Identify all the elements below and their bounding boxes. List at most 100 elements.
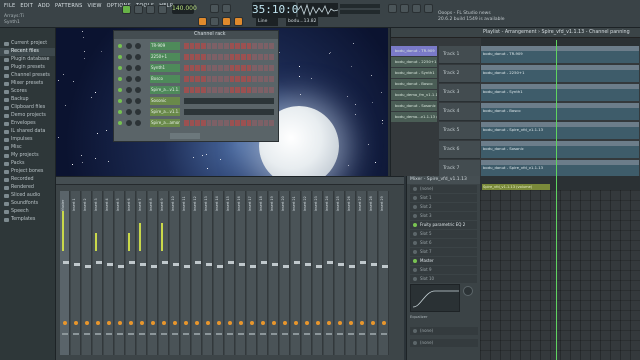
mixer-strip[interactable]: Insert 9	[159, 191, 169, 355]
metronome-icon[interactable]	[210, 17, 219, 26]
browser-item[interactable]: Impulses	[0, 136, 55, 144]
route-switch[interactable]	[304, 333, 310, 335]
pattern-item[interactable]: bodu_donut - 2250+1	[391, 57, 437, 67]
browser-item[interactable]: Scores	[0, 88, 55, 96]
step-button[interactable]	[184, 120, 189, 126]
effect-slot[interactable]: Slot 6	[410, 239, 477, 247]
step-button[interactable]	[240, 54, 246, 60]
mute-led[interactable]	[118, 77, 122, 81]
step-button[interactable]	[212, 43, 218, 49]
stereo-icon[interactable]	[85, 321, 89, 325]
stereo-icon[interactable]	[162, 321, 166, 325]
stereo-icon[interactable]	[129, 321, 133, 325]
snap-mode-select[interactable]: Line	[256, 17, 278, 26]
step-button[interactable]	[184, 76, 189, 82]
stereo-icon[interactable]	[63, 321, 67, 325]
pan-knob[interactable]	[126, 54, 132, 60]
volume-fader[interactable]	[316, 265, 322, 268]
step-sequencer[interactable]	[184, 54, 274, 60]
pattern-clip[interactable]: bodu_donut - 2250+1	[481, 65, 639, 82]
volume-knob[interactable]	[135, 87, 141, 93]
route-switch[interactable]	[139, 333, 145, 335]
stereo-icon[interactable]	[294, 321, 298, 325]
route-switch[interactable]	[293, 333, 299, 335]
step-button[interactable]	[252, 65, 257, 71]
stop-button[interactable]	[134, 5, 143, 14]
volume-fader[interactable]	[239, 263, 245, 266]
volume-fader[interactable]	[63, 261, 69, 264]
volume-fader[interactable]	[85, 265, 91, 268]
pattern-clip[interactable]: bodu_donut - Spire_vfd_v1.1.13	[481, 122, 639, 139]
step-button[interactable]	[263, 65, 269, 71]
pattern-item[interactable]: bodu_donut - Synth1	[391, 68, 437, 78]
piano-roll-preview[interactable]	[184, 98, 274, 104]
mixer-strip[interactable]: Insert 14	[214, 191, 224, 355]
step-button[interactable]	[201, 120, 206, 126]
stereo-icon[interactable]	[305, 321, 309, 325]
mute-led[interactable]	[118, 44, 122, 48]
browser-item[interactable]: Plugin presets	[0, 64, 55, 72]
mixer-strip[interactable]: Insert 8	[148, 191, 158, 355]
stereo-icon[interactable]	[107, 321, 111, 325]
pattern-clip[interactable]: bodu_donut - Spire_vfd_v1.1.13	[481, 160, 639, 177]
piano-roll-preview[interactable]	[184, 109, 274, 115]
mixer-strip[interactable]: Insert 15	[225, 191, 235, 355]
browser-item[interactable]: Demo projects	[0, 112, 55, 120]
add-channel-button[interactable]	[170, 133, 200, 139]
mixer-strip[interactable]: Insert 27	[357, 191, 367, 355]
mixer-icon[interactable]	[424, 4, 433, 13]
stereo-icon[interactable]	[239, 321, 243, 325]
step-button[interactable]	[184, 43, 189, 49]
snap-icon[interactable]	[198, 17, 207, 26]
step-button[interactable]	[246, 76, 252, 82]
step-button[interactable]	[229, 65, 235, 71]
effect-slot[interactable]: Slot 3	[410, 212, 477, 220]
step-button[interactable]	[223, 54, 229, 60]
pattern-select[interactable]: bodu...13.82	[286, 17, 318, 26]
step-button[interactable]	[235, 54, 240, 60]
mixer-strip[interactable]: Insert 21	[291, 191, 301, 355]
route-switch[interactable]	[117, 333, 123, 335]
volume-fader[interactable]	[96, 261, 102, 264]
step-button[interactable]	[189, 87, 195, 93]
stereo-icon[interactable]	[327, 321, 331, 325]
channel-row[interactable]: Spire_a...among	[114, 118, 278, 128]
mixer-strip[interactable]: Insert 23	[313, 191, 323, 355]
stereo-icon[interactable]	[206, 321, 210, 325]
mute-led[interactable]	[118, 121, 122, 125]
route-switch[interactable]	[337, 333, 343, 335]
timeline-ruler[interactable]	[481, 38, 640, 46]
volume-fader[interactable]	[305, 263, 311, 266]
browser-item[interactable]: Rendered	[0, 184, 55, 192]
track-header[interactable]: Track 6	[439, 141, 480, 159]
route-switch[interactable]	[359, 333, 365, 335]
mixer-strip[interactable]: Insert 3	[93, 191, 103, 355]
step-button[interactable]	[269, 120, 274, 126]
stereo-icon[interactable]	[349, 321, 353, 325]
step-button[interactable]	[195, 76, 201, 82]
roll-grid[interactable]	[480, 190, 640, 360]
step-button[interactable]	[252, 120, 257, 126]
eq-knob[interactable]	[463, 286, 473, 296]
route-switch[interactable]	[205, 333, 211, 335]
mixer-strip[interactable]: Insert 22	[302, 191, 312, 355]
blend-notes-icon[interactable]	[222, 4, 231, 13]
step-button[interactable]	[189, 120, 195, 126]
stereo-icon[interactable]	[316, 321, 320, 325]
mixer-strip[interactable]: Insert 10	[170, 191, 180, 355]
volume-fader[interactable]	[74, 263, 80, 266]
step-button[interactable]	[184, 87, 189, 93]
route-switch[interactable]	[249, 333, 255, 335]
step-button[interactable]	[184, 54, 189, 60]
stereo-icon[interactable]	[140, 321, 144, 325]
step-button[interactable]	[195, 87, 201, 93]
step-button[interactable]	[229, 54, 235, 60]
pattern-item[interactable]: bodu_donut - Sosonic	[391, 101, 437, 111]
step-button[interactable]	[212, 87, 218, 93]
stereo-icon[interactable]	[217, 321, 221, 325]
step-button[interactable]	[206, 54, 212, 60]
browser-item[interactable]: Envelopes	[0, 120, 55, 128]
channel-row[interactable]: Spire_a...v1.1.13 (2)	[114, 107, 278, 117]
pattern-clip[interactable]: bodu_donut - TR-909	[481, 46, 639, 63]
play-button[interactable]	[122, 5, 131, 14]
